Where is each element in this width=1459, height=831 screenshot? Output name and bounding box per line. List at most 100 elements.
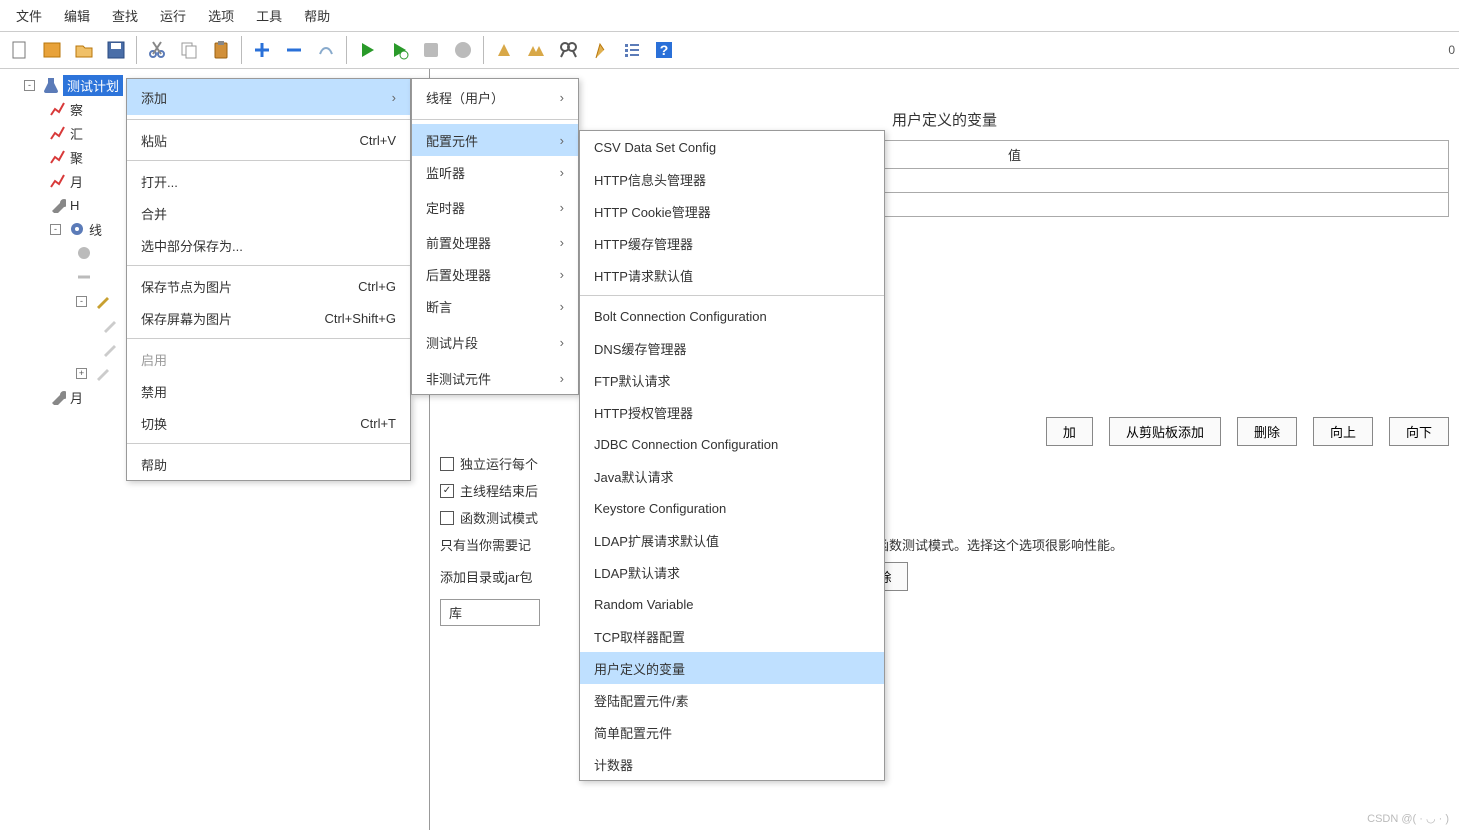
ctx-config-element[interactable]: 配置元件›: [412, 124, 578, 156]
ctx-add[interactable]: 添加›: [127, 79, 410, 115]
ctx-http-header-manager[interactable]: HTTP信息头管理器: [580, 163, 884, 195]
expand-icon[interactable]: [246, 34, 278, 66]
gear-icon: [69, 221, 85, 237]
save-icon[interactable]: [100, 34, 132, 66]
ctx-jdbc-connection[interactable]: JDBC Connection Configuration: [580, 428, 884, 460]
menu-options[interactable]: 选项: [198, 4, 244, 27]
separator: [127, 265, 410, 266]
paste-icon[interactable]: [205, 34, 237, 66]
function-helper-icon[interactable]: [616, 34, 648, 66]
ctx-http-cookie-manager[interactable]: HTTP Cookie管理器: [580, 195, 884, 227]
clear-all-icon[interactable]: [520, 34, 552, 66]
open-icon[interactable]: [68, 34, 100, 66]
ctx-save-node-image[interactable]: 保存节点为图片Ctrl+G: [127, 270, 410, 302]
menu-file[interactable]: 文件: [6, 4, 52, 27]
cut-icon[interactable]: [141, 34, 173, 66]
ctx-enable: 启用: [127, 343, 410, 375]
chevron-right-icon: ›: [560, 133, 564, 148]
ctx-tcp-sampler-config[interactable]: TCP取样器配置: [580, 620, 884, 652]
add-part-button[interactable]: 加: [1046, 417, 1093, 446]
delete-button[interactable]: 删除: [1237, 417, 1297, 446]
ctx-bolt-connection[interactable]: Bolt Connection Configuration: [580, 300, 884, 332]
separator: [127, 160, 410, 161]
separator: [483, 36, 484, 64]
ctx-ldap-defaults[interactable]: LDAP默认请求: [580, 556, 884, 588]
chevron-right-icon: ›: [560, 235, 564, 250]
ctx-open[interactable]: 打开...: [127, 165, 410, 197]
collapse-icon[interactable]: -: [50, 224, 61, 235]
ctx-postprocessor[interactable]: 后置处理器›: [412, 258, 578, 290]
checkbox-run-each[interactable]: [440, 457, 454, 471]
templates-icon[interactable]: [36, 34, 68, 66]
ctx-java-request-defaults[interactable]: Java默认请求: [580, 460, 884, 492]
new-icon[interactable]: [4, 34, 36, 66]
toggle-icon[interactable]: [310, 34, 342, 66]
help-icon[interactable]: ?: [648, 34, 680, 66]
ctx-merge[interactable]: 合并: [127, 197, 410, 229]
ctx-toggle[interactable]: 切换Ctrl+T: [127, 407, 410, 439]
chevron-right-icon: ›: [560, 299, 564, 314]
ctx-timer[interactable]: 定时器›: [412, 188, 578, 226]
ctx-csv-data-set[interactable]: CSV Data Set Config: [580, 131, 884, 163]
ctx-threads[interactable]: 线程（用户）›: [412, 79, 578, 115]
chart-icon: [50, 101, 66, 117]
context-menu-config-elements: CSV Data Set Config HTTP信息头管理器 HTTP Cook…: [579, 130, 885, 781]
ctx-save-screen-image[interactable]: 保存屏幕为图片Ctrl+Shift+G: [127, 302, 410, 334]
separator: [412, 119, 578, 120]
stop-icon[interactable]: [415, 34, 447, 66]
ctx-non-test[interactable]: 非测试元件›: [412, 362, 578, 394]
wrench-icon: [50, 389, 66, 405]
ctx-preprocessor[interactable]: 前置处理器›: [412, 226, 578, 258]
ctx-keystore-config[interactable]: Keystore Configuration: [580, 492, 884, 524]
ctx-random-variable[interactable]: Random Variable: [580, 588, 884, 620]
search-icon[interactable]: [552, 34, 584, 66]
ctx-ldap-ext-defaults[interactable]: LDAP扩展请求默认值: [580, 524, 884, 556]
chart-icon: [50, 125, 66, 141]
collapse-icon[interactable]: [278, 34, 310, 66]
ctx-test-fragment[interactable]: 测试片段›: [412, 322, 578, 362]
ctx-http-request-defaults[interactable]: HTTP请求默认值: [580, 259, 884, 291]
ctx-disable[interactable]: 禁用: [127, 375, 410, 407]
ctx-simple-config[interactable]: 简单配置元件: [580, 716, 884, 748]
collapse-icon[interactable]: -: [76, 296, 87, 307]
ctx-dns-cache-manager[interactable]: DNS缓存管理器: [580, 332, 884, 364]
ctx-http-auth-manager[interactable]: HTTP授权管理器: [580, 396, 884, 428]
tree-root-label: 测试计划: [63, 75, 123, 96]
menu-run[interactable]: 运行: [150, 4, 196, 27]
checkbox-functional[interactable]: [440, 511, 454, 525]
collapse-icon[interactable]: -: [24, 80, 35, 91]
ctx-assertion[interactable]: 断言›: [412, 290, 578, 322]
add-from-clipboard-button[interactable]: 从剪贴板添加: [1109, 417, 1221, 446]
menu-help[interactable]: 帮助: [294, 4, 340, 27]
pencil-icon: [102, 317, 118, 333]
menu-search[interactable]: 查找: [102, 4, 148, 27]
ctx-user-defined-variables[interactable]: 用户定义的变量: [580, 652, 884, 684]
separator: [241, 36, 242, 64]
expand-icon[interactable]: +: [76, 368, 87, 379]
move-up-button[interactable]: 向上: [1313, 417, 1373, 446]
ctx-listener[interactable]: 监听器›: [412, 156, 578, 188]
move-down-button[interactable]: 向下: [1389, 417, 1449, 446]
pencil-icon: [102, 341, 118, 357]
ctx-paste[interactable]: 粘贴Ctrl+V: [127, 124, 410, 156]
separator: [127, 443, 410, 444]
ctx-help[interactable]: 帮助: [127, 448, 410, 480]
clear-icon[interactable]: [488, 34, 520, 66]
chevron-right-icon: ›: [560, 90, 564, 105]
ctx-http-cache-manager[interactable]: HTTP缓存管理器: [580, 227, 884, 259]
reset-search-icon[interactable]: [584, 34, 616, 66]
wrench-icon: [50, 197, 66, 213]
ctx-login-config[interactable]: 登陆配置元件/素: [580, 684, 884, 716]
copy-icon[interactable]: [173, 34, 205, 66]
shutdown-icon[interactable]: [447, 34, 479, 66]
menu-edit[interactable]: 编辑: [54, 4, 100, 27]
ctx-ftp-request-defaults[interactable]: FTP默认请求: [580, 364, 884, 396]
menu-tools[interactable]: 工具: [246, 4, 292, 27]
ctx-counter[interactable]: 计数器: [580, 748, 884, 780]
library-input[interactable]: 库: [440, 599, 540, 626]
checkbox-teardown[interactable]: ✓: [440, 484, 454, 498]
start-no-timers-icon[interactable]: [383, 34, 415, 66]
start-icon[interactable]: [351, 34, 383, 66]
ctx-save-selection[interactable]: 选中部分保存为...: [127, 229, 410, 261]
separator: [127, 338, 410, 339]
